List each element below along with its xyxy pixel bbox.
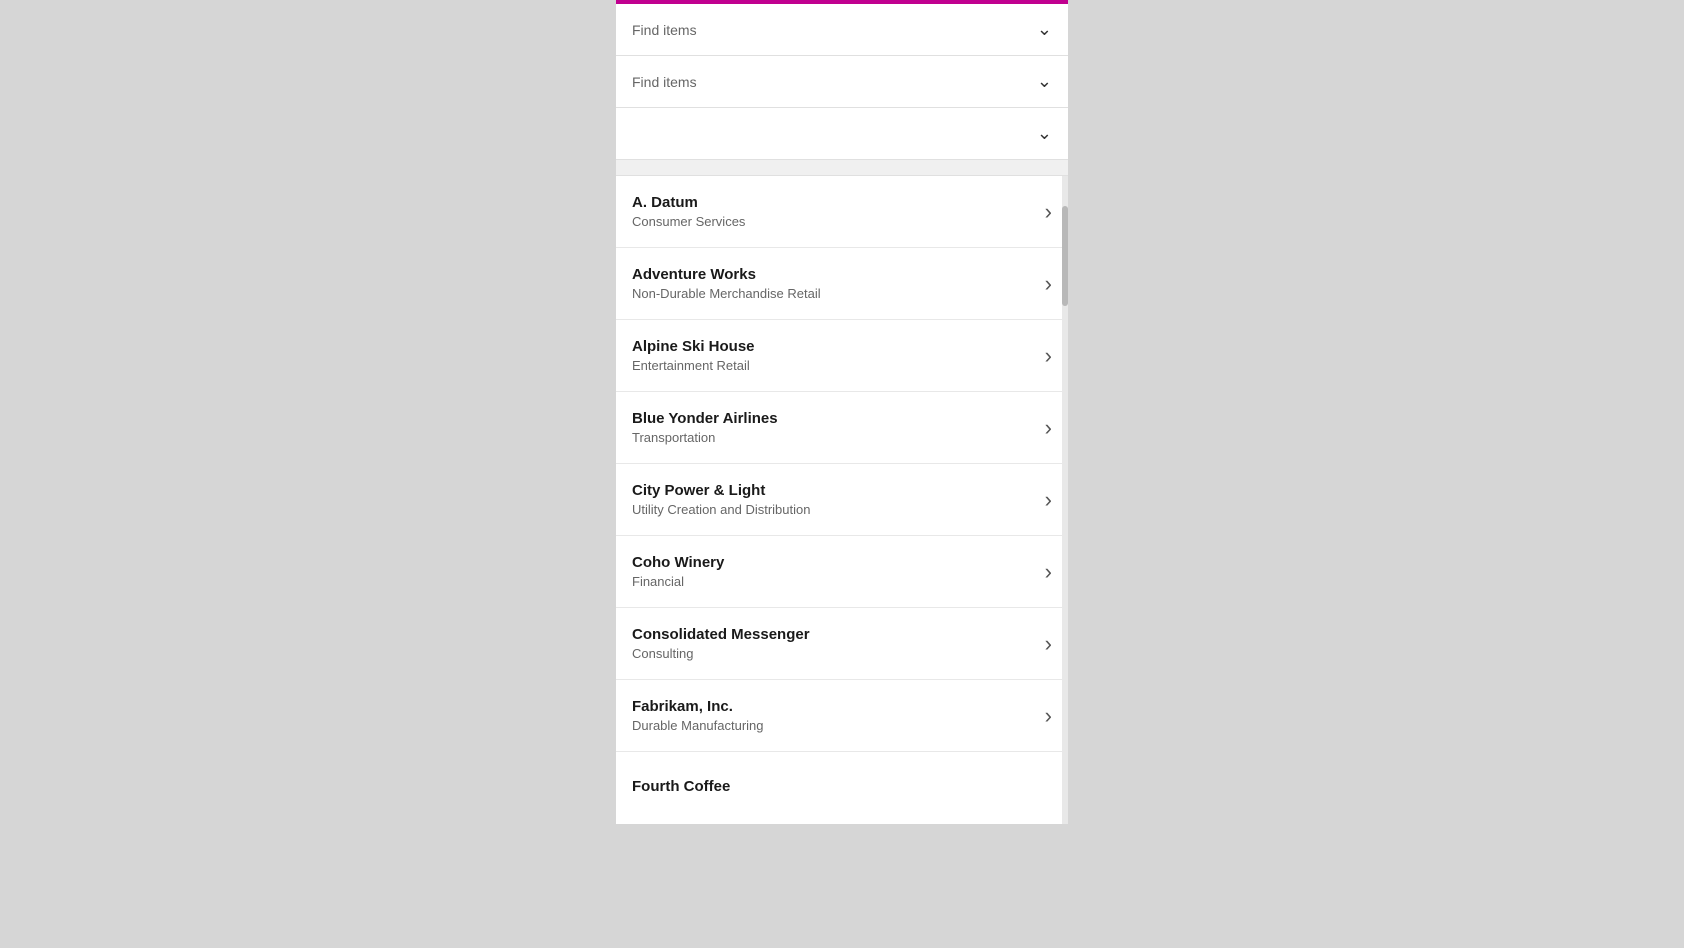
list-item-title: Consolidated Messenger: [632, 626, 1037, 643]
chevron-right-icon: ›: [1045, 343, 1052, 369]
list-item-title: Fabrikam, Inc.: [632, 698, 1037, 715]
list-item-content: Blue Yonder Airlines Transportation: [632, 410, 1037, 445]
list-item-title: Adventure Works: [632, 266, 1037, 283]
list-item-subtitle: Consumer Services: [632, 214, 1037, 229]
list-item-title: Alpine Ski House: [632, 338, 1037, 355]
list-item-subtitle: Transportation: [632, 430, 1037, 445]
scrollbar-track[interactable]: [1062, 176, 1068, 824]
list-item-subtitle: Non-Durable Merchandise Retail: [632, 286, 1037, 301]
list-item-subtitle: Durable Manufacturing: [632, 718, 1037, 733]
list-item-adventure-works[interactable]: Adventure Works Non-Durable Merchandise …: [616, 248, 1068, 320]
list-item-title: Blue Yonder Airlines: [632, 410, 1037, 427]
chevron-right-icon: ›: [1045, 271, 1052, 297]
list-item-subtitle: Utility Creation and Distribution: [632, 502, 1037, 517]
list-item-content: Alpine Ski House Entertainment Retail: [632, 338, 1037, 373]
chevron-down-icon-2: ⌄: [1037, 71, 1052, 92]
list-item-subtitle: Consulting: [632, 646, 1037, 661]
list-item-title: Coho Winery: [632, 554, 1037, 571]
list-item-blue-yonder-airlines[interactable]: Blue Yonder Airlines Transportation ›: [616, 392, 1068, 464]
list-item-content: Fourth Coffee: [632, 778, 1052, 798]
list-wrapper: A. Datum Consumer Services › Adventure W…: [616, 176, 1068, 824]
list-item-title: A. Datum: [632, 194, 1037, 211]
scrollbar-thumb[interactable]: [1062, 206, 1068, 306]
chevron-right-icon: ›: [1045, 631, 1052, 657]
list-item-title: City Power & Light: [632, 482, 1037, 499]
dropdown-2[interactable]: Find items ⌄: [616, 56, 1068, 108]
main-panel: Find items ⌄ Find items ⌄ ⌄ A. Datum Con…: [616, 0, 1068, 824]
dropdown-2-label: Find items: [632, 74, 697, 90]
chevron-down-icon-1: ⌄: [1037, 19, 1052, 40]
list-item-content: Coho Winery Financial: [632, 554, 1037, 589]
list-item-subtitle: Entertainment Retail: [632, 358, 1037, 373]
divider: [616, 160, 1068, 176]
list-item-alpine-ski-house[interactable]: Alpine Ski House Entertainment Retail ›: [616, 320, 1068, 392]
list-item-a-datum[interactable]: A. Datum Consumer Services ›: [616, 176, 1068, 248]
chevron-right-icon: ›: [1045, 415, 1052, 441]
dropdown-1-label: Find items: [632, 22, 697, 38]
dropdown-1[interactable]: Find items ⌄: [616, 4, 1068, 56]
chevron-right-icon: ›: [1045, 559, 1052, 585]
list-item-fabrikam-inc[interactable]: Fabrikam, Inc. Durable Manufacturing ›: [616, 680, 1068, 752]
list-item-coho-winery[interactable]: Coho Winery Financial ›: [616, 536, 1068, 608]
list-item-content: Adventure Works Non-Durable Merchandise …: [632, 266, 1037, 301]
dropdown-3[interactable]: ⌄: [616, 108, 1068, 160]
list-item-content: A. Datum Consumer Services: [632, 194, 1037, 229]
list-item-content: Consolidated Messenger Consulting: [632, 626, 1037, 661]
chevron-right-icon: ›: [1045, 199, 1052, 225]
list-item-city-power-light[interactable]: City Power & Light Utility Creation and …: [616, 464, 1068, 536]
dropdown-container: Find items ⌄ Find items ⌄ ⌄: [616, 4, 1068, 160]
list-item-subtitle: Financial: [632, 574, 1037, 589]
chevron-down-icon-3: ⌄: [1037, 123, 1052, 144]
chevron-right-icon: ›: [1045, 487, 1052, 513]
list-item-consolidated-messenger[interactable]: Consolidated Messenger Consulting ›: [616, 608, 1068, 680]
chevron-right-icon: ›: [1045, 703, 1052, 729]
items-list: A. Datum Consumer Services › Adventure W…: [616, 176, 1068, 824]
list-item-content: City Power & Light Utility Creation and …: [632, 482, 1037, 517]
list-item-content: Fabrikam, Inc. Durable Manufacturing: [632, 698, 1037, 733]
list-item-fourth-coffee[interactable]: Fourth Coffee: [616, 752, 1068, 824]
list-item-title: Fourth Coffee: [632, 778, 1052, 795]
